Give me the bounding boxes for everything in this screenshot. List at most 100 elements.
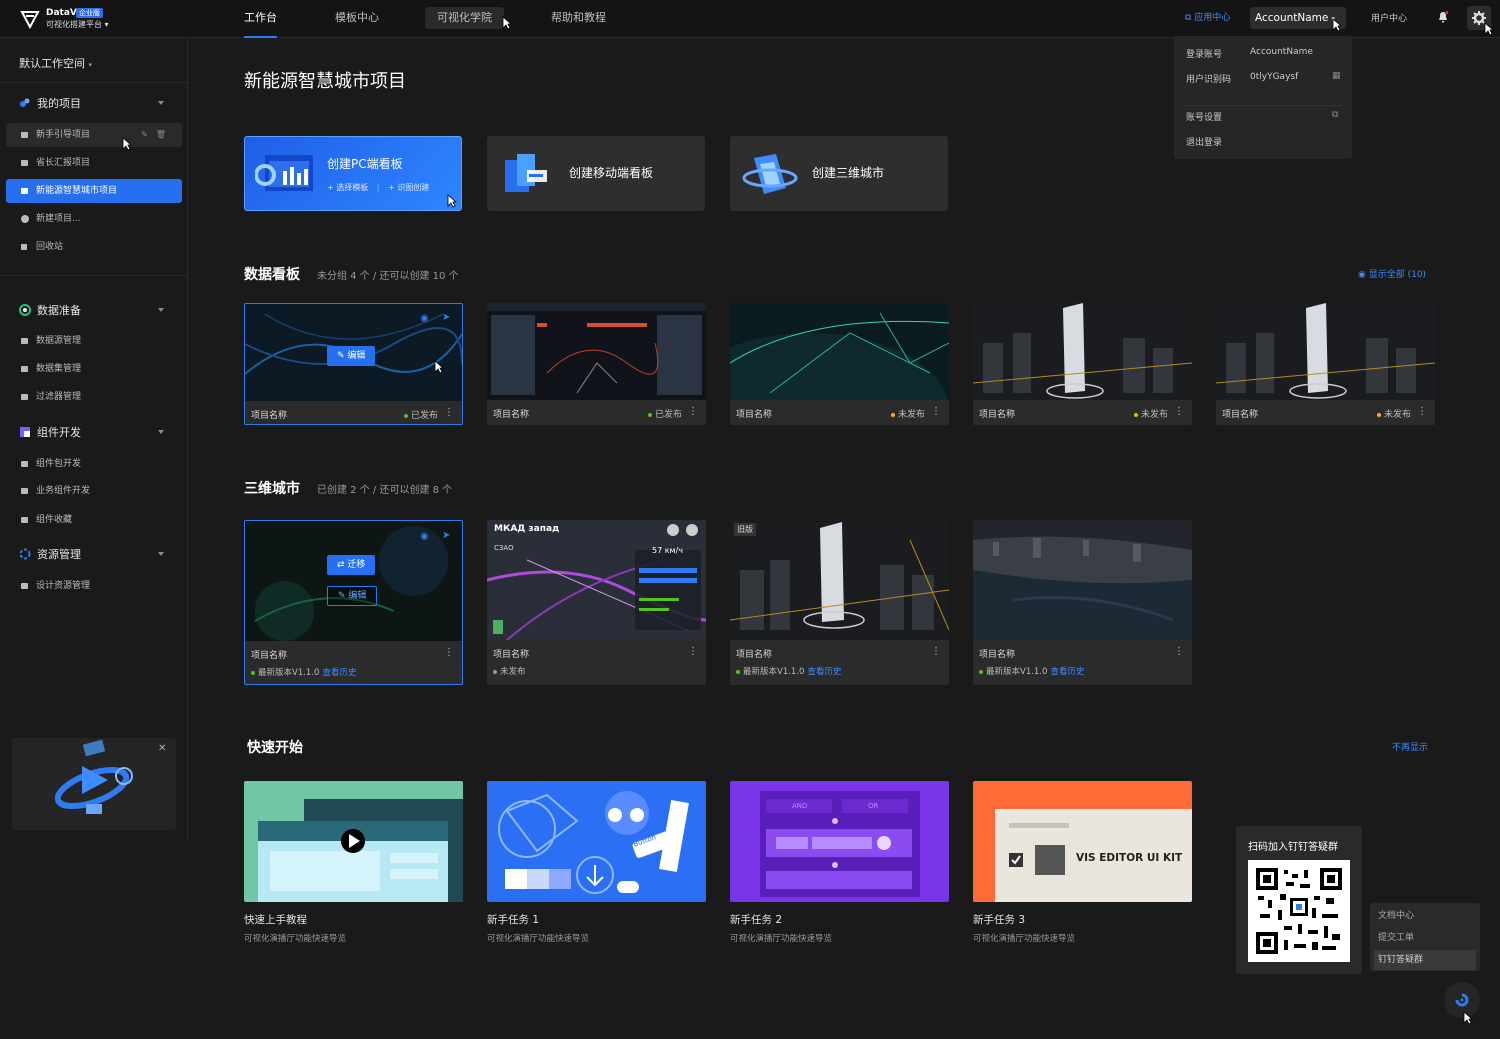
- and-label: AND: [792, 802, 808, 810]
- sidebar-item-new-energy-city[interactable]: 新能源智慧城市项目: [6, 179, 182, 203]
- migrate-icon: ⇄: [337, 560, 345, 570]
- sidebar-group-my-projects[interactable]: 我的项目: [19, 95, 176, 111]
- city-version: 未发布: [493, 665, 526, 677]
- boards-section-title: 数据看板: [244, 267, 300, 283]
- component-icon: [20, 427, 30, 437]
- board-name: 项目名称: [979, 410, 1016, 420]
- qrcode-icon[interactable]: ▦: [1332, 71, 1341, 81]
- create-3d-city-card[interactable]: 创建三维城市: [730, 136, 948, 211]
- logout-item[interactable]: 退出登录: [1186, 135, 1222, 148]
- sidebar-group-resources[interactable]: 资源管理: [19, 546, 176, 562]
- more-icon[interactable]: ⋮: [931, 406, 941, 417]
- sidebar-group-data-prep[interactable]: 数据准备: [19, 302, 176, 318]
- tab-workbench[interactable]: 工作台: [244, 0, 277, 38]
- edit-button[interactable]: ✎ 编辑: [327, 586, 378, 606]
- logo-subtitle: 可视化搭建平台 ▾: [46, 20, 109, 29]
- tab-template-center[interactable]: 模板中心: [335, 0, 379, 38]
- board-card[interactable]: 项目名称 未发布 ⋮: [973, 303, 1192, 425]
- sidebar-item-business-dev[interactable]: 业务组件开发: [6, 479, 182, 503]
- city-version: 最新版本V1.1.0 查看历史: [979, 665, 1084, 677]
- folder-icon: [21, 188, 28, 194]
- sidebar-item-datasource[interactable]: 数据源管理: [6, 329, 182, 353]
- quickstart-section-title: 快速开始: [247, 740, 303, 756]
- board-card[interactable]: 项目名称 未发布 ⋮: [730, 303, 949, 425]
- quickstart-title: 快速上手教程: [244, 914, 307, 926]
- board-status: 已发布: [647, 407, 682, 420]
- sidebar-item-design-resources[interactable]: 设计资源管理: [6, 574, 182, 598]
- publish-icon[interactable]: ➤: [442, 312, 450, 323]
- sidebar-group-component-dev[interactable]: 组件开发: [19, 424, 176, 440]
- account-settings-item[interactable]: 账号设置: [1186, 110, 1222, 123]
- quickstart-desc: 可视化演播厅功能快速导览: [730, 934, 833, 944]
- more-icon[interactable]: ⋮: [688, 646, 698, 657]
- folder-icon: [21, 517, 28, 523]
- city-version: 最新版本V1.1.0 查看历史: [736, 665, 841, 677]
- tab-academy[interactable]: 可视化学院: [425, 7, 504, 29]
- more-icon[interactable]: ⋮: [444, 407, 454, 418]
- sidebar-item-filter[interactable]: 过滤器管理: [6, 385, 182, 409]
- preview-icon[interactable]: ◉: [420, 531, 429, 542]
- help-item-ticket[interactable]: 提交工单: [1374, 928, 1476, 948]
- board-status: 未发布: [890, 407, 925, 420]
- cursor-icon: [502, 16, 512, 30]
- quickstart-card[interactable]: 快速上手教程 可视化演播厅功能快速导览: [244, 781, 463, 944]
- sidebar-item-favorites[interactable]: 组件收藏: [6, 508, 182, 532]
- show-all-link[interactable]: ◉ 显示全部 (10): [1358, 267, 1426, 280]
- city-card[interactable]: 旧版 项目名称 最新版本V1.1.0 查看历史 ⋮: [730, 520, 949, 685]
- quickstart-card[interactable]: VIS EDITOR UI KIT 新手任务 3 可视化演播厅功能快速导览: [973, 781, 1192, 944]
- help-fab-button[interactable]: [1444, 982, 1480, 1018]
- sidebar-item-dataset[interactable]: 数据集管理: [6, 357, 182, 381]
- user-id-value: 0tlyYGaysf: [1250, 72, 1299, 82]
- promo-banner[interactable]: [12, 738, 176, 830]
- board-card[interactable]: ◉ ➤ ✎ 编辑 项目名称 已发布 ⋮: [244, 303, 463, 425]
- create-pc-board-card[interactable]: 创建PC端看板 + 选择模板 | + 识图创建: [244, 136, 462, 211]
- user-center-link[interactable]: 用户中心: [1371, 11, 1407, 24]
- select-template-link[interactable]: + 选择模板: [327, 183, 368, 192]
- city-card[interactable]: МКАД запад СЗАО 57 км/ч 项目名称 未发布 ⋮: [487, 520, 706, 685]
- view-history-link[interactable]: 查看历史: [1050, 667, 1084, 677]
- view-history-link[interactable]: 查看历史: [322, 668, 356, 678]
- more-icon[interactable]: ⋮: [444, 647, 454, 658]
- preview-icon[interactable]: ◉: [420, 313, 429, 324]
- sidebar-item-package-dev[interactable]: 组件包开发: [6, 452, 182, 476]
- more-icon[interactable]: ⋮: [1174, 406, 1184, 417]
- create-mobile-board-card[interactable]: 创建移动端看板: [487, 136, 705, 211]
- boards-section-subtitle: 未分组 4 个 / 还可以创建 10 个: [317, 271, 459, 282]
- city-card[interactable]: ◉ ➤ ⇄ 迁移 ✎ 编辑 项目名称 最新版本V1.1.0 查看历史 ⋮: [244, 520, 463, 685]
- edit-button[interactable]: ✎ 编辑: [327, 346, 376, 366]
- thumb-subtitle: СЗАО: [494, 544, 514, 552]
- close-icon[interactable]: ✕: [158, 743, 166, 754]
- sidebar-item-governor-report[interactable]: 省长汇报项目: [6, 151, 182, 175]
- more-icon[interactable]: ⋮: [1174, 646, 1184, 657]
- app-center-link[interactable]: ⧉ 应用中心: [1185, 10, 1230, 23]
- image-recognition-link[interactable]: + 识图创建: [388, 183, 429, 192]
- help-item-docs[interactable]: 文档中心: [1374, 906, 1476, 926]
- migrate-button[interactable]: ⇄ 迁移: [327, 555, 376, 575]
- city-thumbnail: [487, 520, 706, 640]
- tab-help[interactable]: 帮助和教程: [551, 0, 606, 38]
- help-item-dingtalk[interactable]: 钉钉答疑群: [1374, 950, 1476, 970]
- item-actions[interactable]: ✎🗑: [141, 123, 174, 147]
- quickstart-title: 新手任务 2: [730, 914, 783, 926]
- more-icon[interactable]: ⋮: [931, 646, 941, 657]
- more-icon[interactable]: ⋮: [688, 406, 698, 417]
- workspace-selector[interactable]: 默认工作空间 ▾: [19, 55, 92, 71]
- quickstart-card[interactable]: AND OR 新手任务 2 可视化演播厅功能快速导览: [730, 781, 949, 944]
- sidebar-item-recycle-bin[interactable]: 回收站: [6, 235, 182, 259]
- city-thumbnail: [973, 520, 1192, 640]
- quickstart-card[interactable]: Button 新手任务 1 可视化演播厅功能快速导览: [487, 781, 706, 944]
- city-card[interactable]: 项目名称 最新版本V1.1.0 查看历史 ⋮: [973, 520, 1192, 685]
- bell-icon[interactable]: [1438, 11, 1448, 23]
- publish-icon[interactable]: ➤: [442, 530, 450, 541]
- sidebar-item-guide-project[interactable]: 新手引导项目 ✎🗑: [6, 123, 182, 147]
- view-history-link[interactable]: 查看历史: [807, 667, 841, 677]
- board-name: 项目名称: [251, 411, 288, 421]
- resources-icon: [19, 548, 31, 560]
- quickstart-thumbnail: Button: [487, 781, 706, 902]
- board-card[interactable]: 项目名称 已发布 ⋮: [487, 303, 706, 425]
- hide-quickstart-link[interactable]: 不再显示: [1392, 740, 1428, 753]
- more-icon[interactable]: ⋮: [1417, 406, 1427, 417]
- board-card[interactable]: 项目名称 未发布 ⋮: [1216, 303, 1435, 425]
- datav-logo[interactable]: DataV 企业版 可视化搭建平台 ▾: [20, 7, 120, 33]
- sidebar-item-new-project[interactable]: 新建项目...: [6, 207, 182, 231]
